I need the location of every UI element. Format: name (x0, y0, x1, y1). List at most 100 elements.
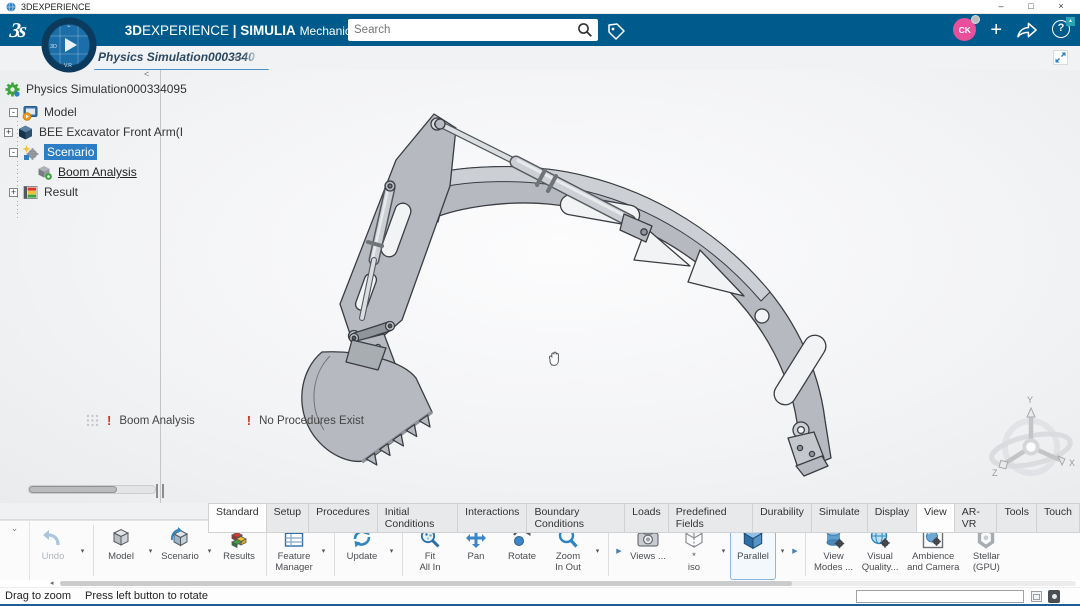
view-compass[interactable]: Y X Z (989, 395, 1075, 478)
hand-cursor (549, 352, 558, 365)
tab-interactions[interactable]: Interactions (457, 503, 526, 533)
tree-node-scenario[interactable]: - Scenario (4, 142, 160, 162)
application-window: { "window": { "title": "3DEXPERIENCE", "… (0, 0, 1080, 606)
warning-icon: ! (107, 413, 111, 428)
toolbar-collapse-strip[interactable]: ⌄ (0, 521, 30, 580)
tab-standard[interactable]: Standard (208, 503, 266, 533)
warning-icon: ! (247, 413, 251, 428)
model-dropdown-caret[interactable]: ▾ (144, 521, 157, 580)
command-input[interactable] (856, 590, 1024, 603)
part-cube-icon (17, 124, 34, 141)
model-button[interactable]: Model (98, 521, 144, 580)
tab-predefined-fields[interactable]: Predefined Fields (668, 503, 752, 533)
undo-dropdown-caret[interactable]: ▾ (76, 521, 89, 580)
tree-node-excavator[interactable]: + BEE Excavator Front Arm(I (4, 122, 160, 142)
scenario-button[interactable]: Scenario (157, 521, 203, 580)
tree-collapse-chevron[interactable]: < (144, 70, 149, 79)
no-procedures-warning: No Procedures Exist (259, 415, 364, 427)
search-input[interactable] (348, 24, 576, 36)
3dexperience-compass-logo[interactable]: 3D V.R ⌁ (40, 16, 98, 74)
tree-scenario-label: Scenario (44, 144, 97, 160)
model-tree: Physics Simulation000334095 - Model + BE… (4, 79, 160, 202)
maximize-button[interactable]: □ (1016, 0, 1046, 13)
compass-vr-label: V.R (64, 63, 72, 69)
tab-simulate[interactable]: Simulate (811, 503, 867, 533)
analysis-case-icon (36, 164, 53, 181)
compass-3d-label: 3D (50, 44, 57, 50)
toolbar-separator (334, 525, 335, 576)
status-bar: Drag to zoom Press left button to rotate (0, 587, 1080, 604)
collapse-expander[interactable]: - (9, 108, 18, 117)
window-titlebar: 3DEXPERIENCE – □ × (0, 0, 1080, 14)
tag-icon[interactable] (606, 22, 626, 42)
expand-expander[interactable]: + (4, 128, 13, 137)
avatar-initials: CK (959, 25, 971, 35)
3ds-logo: 3s (8, 18, 26, 43)
model-icon (109, 526, 133, 550)
window-title: 3DEXPERIENCE (21, 2, 986, 12)
toolbar-scrollbar-track[interactable] (60, 581, 1076, 586)
tree-root-label: Physics Simulation000334095 (26, 82, 187, 96)
tab-loads[interactable]: Loads (624, 503, 668, 533)
tab-tools[interactable]: Tools (996, 503, 1036, 533)
expand-expander[interactable]: + (9, 188, 18, 197)
toolbar-separator (805, 525, 806, 576)
tab-durability[interactable]: Durability (752, 503, 811, 533)
tree-node-boom-analysis[interactable]: Boom Analysis (4, 162, 160, 182)
user-avatar[interactable]: CK (953, 18, 976, 41)
avatar-status-badge (971, 15, 980, 24)
tab-setup[interactable]: Setup (266, 503, 308, 533)
layers-toggle-icon[interactable] (1031, 591, 1042, 602)
toolbar-separator (608, 525, 609, 576)
action-bar-tabs: Standard Setup Procedures Initial Condit… (0, 503, 1080, 520)
share-icon[interactable] (1016, 20, 1038, 40)
tab-procedures[interactable]: Procedures (308, 503, 377, 533)
close-button[interactable]: × (1046, 0, 1076, 13)
undo-button[interactable]: Undo (30, 521, 76, 580)
tab-ar-vr[interactable]: AR-VR (954, 503, 997, 533)
toolbar-separator (93, 525, 94, 576)
scenario-icon (168, 526, 192, 550)
help-icon[interactable]: ? ▲ (1052, 20, 1072, 40)
boom-analysis-warning[interactable]: Boom Analysis (119, 415, 194, 427)
tab-display[interactable]: Display (867, 503, 916, 533)
tree-boom-analysis-label: Boom Analysis (58, 165, 137, 179)
add-content-icon[interactable]: + (990, 20, 1002, 40)
axis-y-label: Y (1027, 395, 1033, 405)
scroll-left-arrow[interactable]: ◂ (50, 580, 54, 587)
tab-initial-conditions[interactable]: Initial Conditions (377, 503, 457, 533)
help-alert-badge: ▲ (1066, 17, 1075, 26)
axis-x-label: X (1069, 458, 1075, 468)
splitter-grip[interactable] (156, 484, 164, 498)
toolbar-separator (402, 525, 403, 576)
tree-excavator-label: BEE Excavator Front Arm(I (39, 125, 183, 139)
tree-node-model[interactable]: - Model (4, 102, 160, 122)
tab-boundary-conditions[interactable]: Boundary Conditions (526, 503, 624, 533)
physics-simulation-icon (4, 81, 21, 98)
drag-grip-icon[interactable] (86, 414, 99, 427)
model-node-icon (22, 104, 39, 121)
brand-experience: EXPERIENCE (142, 23, 229, 38)
search-icon[interactable] (576, 21, 594, 39)
chevron-down-icon: ⌄ (11, 523, 19, 533)
new-tab-button[interactable]: + (232, 49, 240, 65)
minimize-button[interactable]: – (986, 0, 1016, 13)
tab-view[interactable]: View (916, 503, 954, 533)
collapse-arrows-icon (1054, 51, 1067, 64)
toolbar-scroll-strip: ◂ (0, 580, 1080, 587)
tree-node-result[interactable]: + Result (4, 182, 160, 202)
tree-node-root[interactable]: Physics Simulation000334095 (4, 79, 160, 99)
tree-horizontal-scrollbar[interactable] (28, 485, 156, 494)
tree-scrollbar-thumb[interactable] (29, 486, 117, 493)
collapse-expander[interactable]: - (9, 148, 18, 157)
tab-touch[interactable]: Touch (1036, 503, 1080, 533)
collapse-ui-button[interactable] (1053, 50, 1068, 65)
svg-text:⌁: ⌁ (67, 24, 71, 30)
notifications-icon[interactable] (1048, 590, 1060, 603)
viewport-3d[interactable]: Y X Z < Physics Simulation000334095 - (0, 70, 1080, 503)
brand-3d: 3D (125, 23, 142, 38)
document-tab-bar: Physics Simulation0003340 + (0, 46, 1080, 70)
scenario-node-icon (22, 144, 39, 161)
toolbar-scrollbar-thumb[interactable] (60, 581, 792, 586)
tree-result-label: Result (44, 185, 78, 199)
